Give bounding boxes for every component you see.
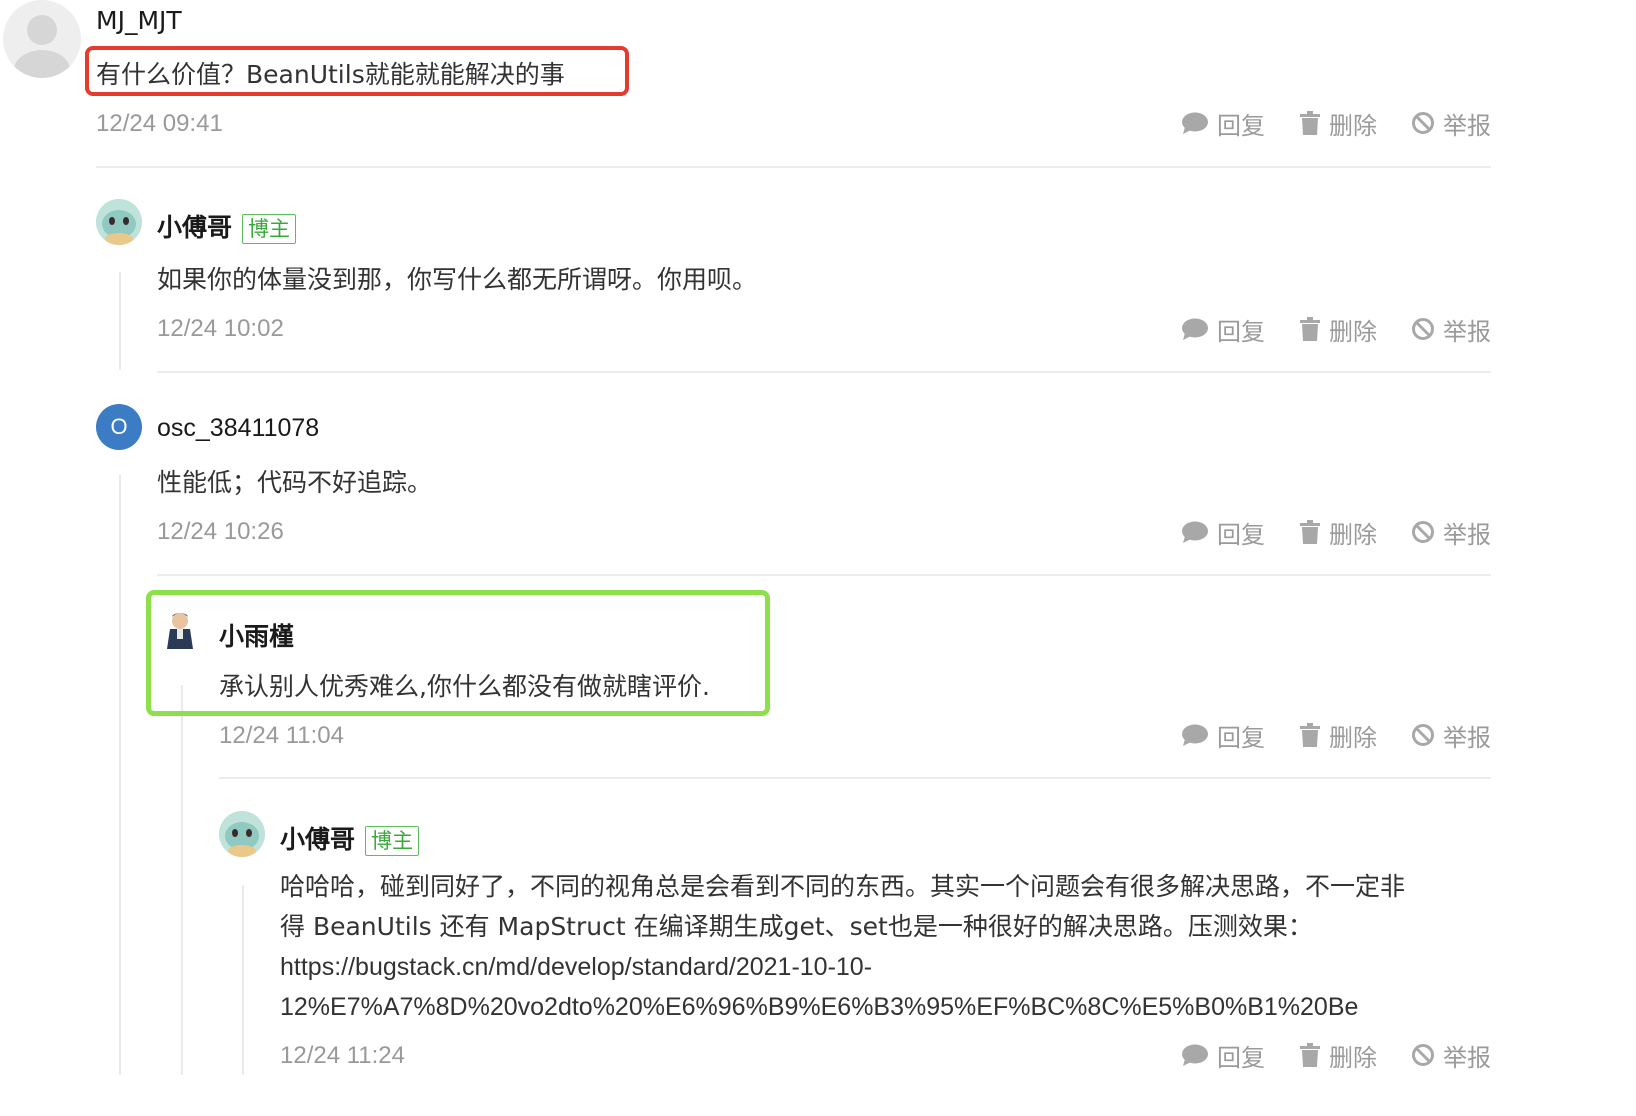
blogger-avatar[interactable] (219, 811, 265, 857)
comment-actions: 回复 删除 举报 (1181, 718, 1491, 752)
reply-button[interactable]: 回复 (1181, 312, 1265, 347)
delete-button[interactable]: 删除 (1299, 312, 1377, 347)
comment-author[interactable]: MJ_MJT (96, 6, 182, 35)
report-button[interactable]: 举报 (1411, 312, 1491, 347)
trash-icon (1300, 111, 1320, 135)
thread-line (242, 885, 244, 1075)
comment-actions: 回复 删除 举报 (1181, 106, 1491, 140)
default-avatar[interactable] (3, 0, 81, 78)
comment-time: 12/24 10:02 (157, 315, 284, 342)
comment-actions: 回复 删除 举报 (1181, 1038, 1491, 1072)
delete-button[interactable]: 删除 (1299, 718, 1377, 753)
thread-line (181, 685, 183, 1075)
content-line: 哈哈哈，碰到同好了，不同的视角总是会看到不同的东西。其实一个问题会有很多解决思路… (280, 872, 1406, 901)
squirtle-avatar-icon (219, 811, 265, 857)
user-silhouette-icon (14, 15, 70, 78)
chat-bubble-icon (1182, 318, 1208, 340)
chat-bubble-icon (1182, 1044, 1208, 1066)
squirtle-avatar-icon (96, 199, 142, 245)
delete-button[interactable]: 删除 (1299, 515, 1377, 550)
trash-icon (1300, 723, 1320, 747)
delete-button[interactable]: 删除 (1299, 106, 1377, 141)
thread-line (119, 272, 121, 370)
comment-content: 哈哈哈，碰到同好了，不同的视角总是会看到不同的东西。其实一个问题会有很多解决思路… (280, 867, 1405, 1027)
chat-bubble-icon (1182, 521, 1208, 543)
comment-time: 12/24 11:04 (219, 722, 345, 749)
chat-bubble-icon (1182, 112, 1208, 134)
comment-content: 性能低；代码不好追踪。 (157, 468, 433, 497)
reply-button[interactable]: 回复 (1181, 1038, 1265, 1073)
content-link-line[interactable]: https://bugstack.cn/md/develop/standard/… (280, 947, 1405, 987)
content-line: 得 BeanUtils 还有 MapStruct 在编译期生成get、set也是… (280, 912, 1313, 941)
author-name[interactable]: 小傅哥 (280, 825, 355, 854)
report-button[interactable]: 举报 (1411, 106, 1491, 141)
avatar-initial: O (110, 414, 128, 439)
block-icon (1412, 521, 1434, 543)
comment-time: 12/24 11:24 (280, 1042, 406, 1069)
reply-button[interactable]: 回复 (1181, 106, 1265, 141)
report-button[interactable]: 举报 (1411, 718, 1491, 753)
trash-icon (1300, 520, 1320, 544)
comment-actions: 回复 删除 举报 (1181, 312, 1491, 346)
comment-content: 有什么价值？BeanUtils就能就能解决的事 (96, 60, 565, 89)
comment-author[interactable]: 小傅哥 博主 (280, 820, 420, 856)
comment-time: 12/24 10:26 (157, 518, 284, 545)
comment-actions: 回复 删除 举报 (1181, 515, 1491, 549)
blogger-avatar[interactable] (96, 199, 142, 245)
comment-author[interactable]: osc_38411078 (157, 414, 319, 443)
author-name[interactable]: 小傅哥 (157, 213, 232, 242)
chat-bubble-icon (1182, 724, 1208, 746)
reply-button[interactable]: 回复 (1181, 718, 1265, 753)
divider (219, 777, 1491, 779)
trash-icon (1300, 1043, 1320, 1067)
comment-content: 如果你的体量没到那，你写什么都无所谓呀。你用呗。 (157, 265, 758, 294)
delete-button[interactable]: 删除 (1299, 1038, 1377, 1073)
trash-icon (1300, 317, 1320, 341)
comment-author[interactable]: 小傅哥 博主 (157, 208, 297, 244)
report-button[interactable]: 举报 (1411, 515, 1491, 550)
block-icon (1412, 724, 1434, 746)
blogger-badge: 博主 (242, 214, 297, 244)
letter-avatar[interactable]: O (96, 404, 142, 450)
block-icon (1412, 112, 1434, 134)
block-icon (1412, 1044, 1434, 1066)
blogger-badge: 博主 (365, 826, 420, 856)
highlight-box-green (146, 590, 770, 716)
reply-button[interactable]: 回复 (1181, 515, 1265, 550)
comment-time: 12/24 09:41 (96, 110, 223, 137)
divider (157, 371, 1491, 373)
block-icon (1412, 318, 1434, 340)
thread-line (119, 475, 121, 1075)
content-link-line[interactable]: 12%E7%A7%8D%20vo2dto%20%E6%96%B9%E6%B3%9… (280, 987, 1405, 1027)
divider (96, 166, 1491, 168)
divider (157, 574, 1491, 576)
report-button[interactable]: 举报 (1411, 1038, 1491, 1073)
